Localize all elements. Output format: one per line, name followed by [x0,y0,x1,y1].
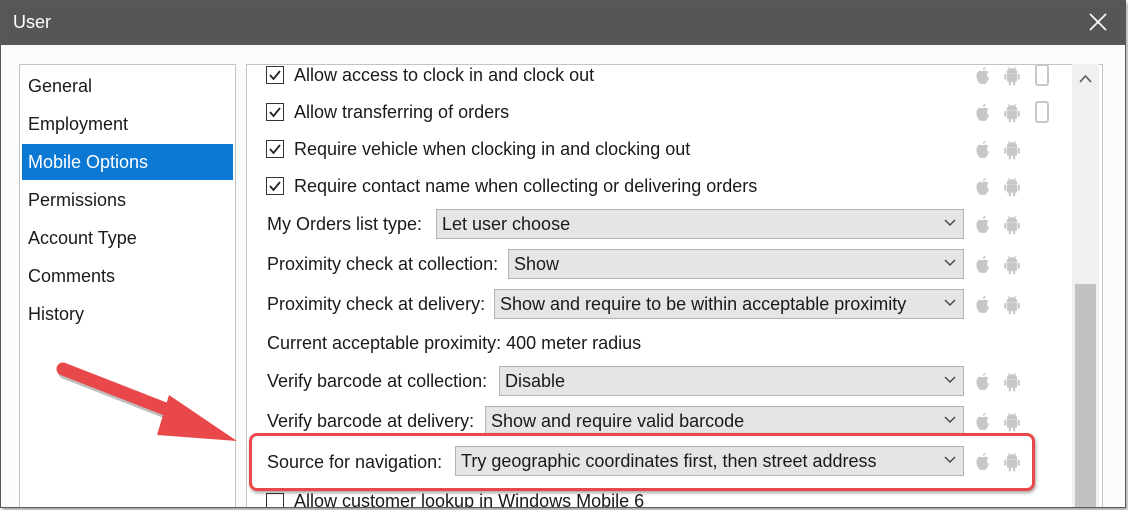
checkbox[interactable] [266,177,284,195]
apple-icon [976,104,989,122]
sidebar-item-account-type[interactable]: Account Type [22,220,233,256]
apple-icon [976,67,989,85]
select-value: Show and require valid barcode [491,411,745,431]
option-proximity-collection: Proximity check at collection: Show [247,249,1102,281]
android-icon [1004,412,1020,432]
annotation-arrow-icon [56,362,237,441]
android-icon [1004,255,1020,275]
window-title: User [13,12,52,32]
android-icon [1004,372,1020,392]
apple-icon [976,296,989,314]
chevron-down-icon [944,219,956,226]
chevron-down-icon [944,376,956,383]
option-customer-lookup: Allow customer lookup in Windows Mobile … [247,489,1102,508]
option-require-vehicle: Require vehicle when clocking in and clo… [247,134,1102,166]
select-value: Show [514,254,560,274]
apple-icon [976,256,989,274]
checkbox[interactable] [266,103,284,121]
chevron-down-icon [944,299,956,306]
sidebar-item-history[interactable]: History [22,296,233,332]
orders-list-type-select[interactable]: Let user choose [436,209,964,239]
select-value: Let user choose [442,214,571,234]
apple-icon [976,178,989,196]
option-require-contact: Require contact name when collecting or … [247,171,1102,203]
chevron-down-icon [944,259,956,266]
checkbox[interactable] [266,140,284,158]
sidebar-item-mobile-options[interactable]: Mobile Options [22,144,233,180]
barcode-collection-label: Verify barcode at collection: [267,371,488,391]
checkbox-label: Allow access to clock in and clock out [294,65,595,85]
checkbox-label: Allow customer lookup in Windows Mobile … [294,491,645,508]
chevron-up-icon[interactable] [1079,74,1092,83]
highlight-box [249,433,1035,491]
android-icon [1004,140,1020,160]
sidebar-item-employment[interactable]: Employment [22,106,233,142]
current-proximity-text: Current acceptable proximity: 400 meter … [267,333,642,353]
sidebar-item-comments[interactable]: Comments [22,258,233,294]
sidebar-item-general[interactable]: General [22,68,233,104]
apple-icon [976,141,989,159]
proximity-delivery-select[interactable]: Show and require to be within acceptable… [494,289,964,319]
option-barcode-collection: Verify barcode at collection: Disable [247,366,1102,398]
scrollbar[interactable] [1072,64,1099,507]
checkbox-label: Allow transferring of orders [294,102,510,122]
orders-list-type-label: My Orders list type: [267,214,423,234]
android-icon [1004,215,1020,235]
android-icon [1004,177,1020,197]
barcode-collection-select[interactable]: Disable [499,366,964,396]
option-transfer-orders: Allow transferring of orders [247,97,1102,129]
proximity-delivery-label: Proximity check at delivery: [267,294,486,314]
phone-icon [1035,101,1049,123]
checkbox-label: Require vehicle when clocking in and clo… [294,139,691,159]
barcode-delivery-label: Verify barcode at delivery: [267,411,475,431]
checkbox-label: Require contact name when collecting or … [294,176,758,196]
option-orders-list-type: My Orders list type: Let user choose [247,209,1102,241]
apple-icon [976,373,989,391]
apple-icon [976,216,989,234]
android-icon [1004,103,1020,123]
title-bar: User [1,1,1125,45]
select-value: Disable [505,371,566,391]
chevron-down-icon [944,416,956,423]
phone-icon [1035,65,1049,86]
scroll-thumb[interactable] [1075,284,1096,507]
android-icon [1004,295,1020,315]
option-clock-in: Allow access to clock in and clock out [247,65,1102,92]
user-dialog: User General Employment Mobile Options P… [0,0,1126,508]
apple-icon [976,413,989,431]
sidebar-item-permissions[interactable]: Permissions [22,182,233,218]
proximity-collection-label: Proximity check at collection: [267,254,499,274]
close-icon[interactable] [1085,9,1111,35]
select-value: Show and require to be within acceptable… [500,294,907,314]
android-icon [1004,66,1020,86]
proximity-collection-select[interactable]: Show [508,249,964,279]
option-proximity-delivery: Proximity check at delivery: Show and re… [247,289,1102,321]
barcode-delivery-select[interactable]: Show and require valid barcode [485,406,964,436]
checkbox[interactable] [266,493,284,507]
checkbox[interactable] [266,66,284,84]
